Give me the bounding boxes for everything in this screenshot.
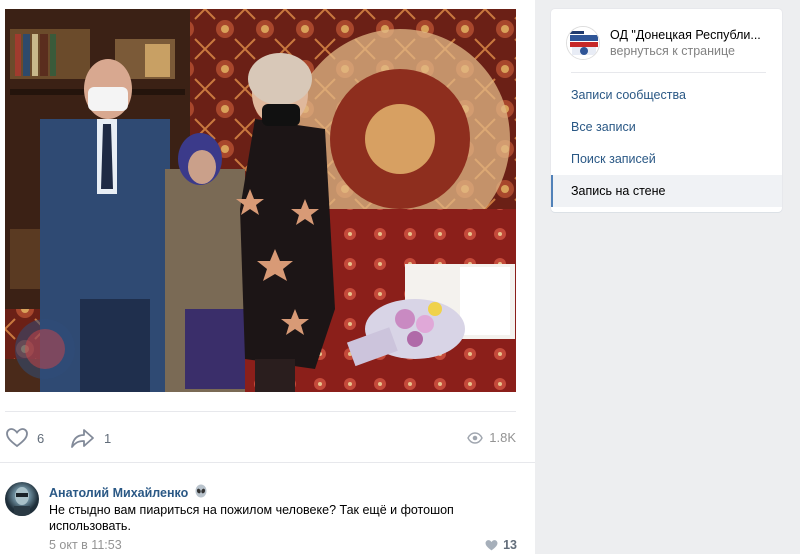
share-count: 1: [104, 430, 112, 446]
share-icon: [71, 429, 94, 448]
group-logo: [566, 26, 600, 60]
post-photo[interactable]: [5, 9, 516, 392]
alien-emoji-icon: [194, 484, 208, 501]
post-actions: 6 1 1.8K: [0, 420, 535, 456]
comment-text: Не стыдно вам пиариться на пожилом челов…: [49, 503, 454, 533]
group-header[interactable]: ОД "Донецкая Республи... вернуться к стр…: [566, 23, 771, 63]
wall-post: 6 1 1.8K Анатолий Михайленко Не стыдно в…: [0, 0, 535, 554]
menu-item-community-posts[interactable]: Записи сообщества: [551, 79, 782, 111]
views-counter: 1.8K: [467, 430, 516, 445]
like-count: 6: [37, 430, 45, 446]
group-name: ОД "Донецкая Республи...: [610, 28, 761, 42]
comment-author[interactable]: Анатолий Михайленко: [49, 484, 208, 501]
like-button[interactable]: 6: [5, 426, 44, 450]
divider: [0, 462, 535, 463]
back-to-page-link[interactable]: вернуться к странице: [610, 44, 765, 58]
sidebar-menu: Записи сообщества Все записи Поиск запис…: [551, 79, 782, 207]
views-count: 1.8K: [489, 430, 516, 445]
divider: [571, 72, 766, 73]
photo-illustration: [5, 9, 516, 392]
comment-date[interactable]: 5 окт в 11:53: [49, 538, 122, 552]
menu-item-all-posts[interactable]: Все записи: [551, 111, 782, 143]
group-logo-image: [567, 27, 599, 59]
share-button[interactable]: 1: [70, 426, 111, 450]
heart-icon: [485, 540, 498, 551]
comment-author-name: Анатолий Михайленко: [49, 485, 189, 500]
avatar[interactable]: [5, 482, 39, 516]
comment-like-count: 13: [503, 538, 517, 552]
sidebar-panel: ОД "Донецкая Республи... вернуться к стр…: [551, 9, 782, 212]
menu-item-search-posts[interactable]: Поиск записей: [551, 143, 782, 175]
eye-icon: [467, 431, 484, 444]
comment: Анатолий Михайленко Не стыдно вам пиарит…: [0, 470, 535, 554]
heart-icon: [6, 428, 28, 448]
comment-like-button[interactable]: 13: [485, 538, 517, 552]
avatar-image: [14, 487, 30, 516]
divider: [5, 411, 516, 412]
menu-item-wall-post[interactable]: Запись на стене: [551, 175, 782, 207]
